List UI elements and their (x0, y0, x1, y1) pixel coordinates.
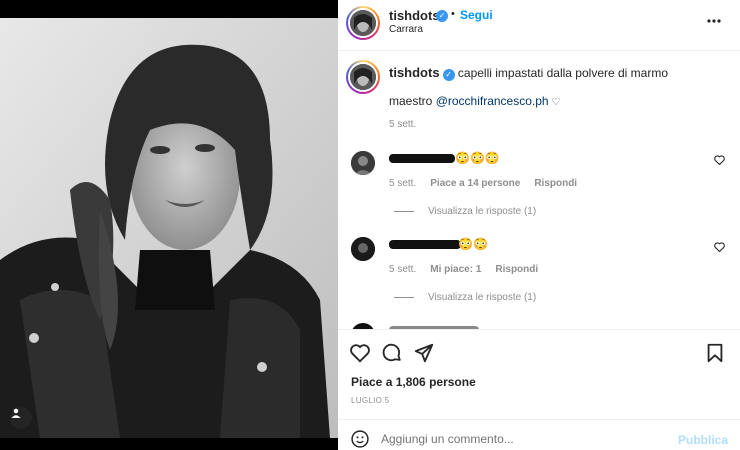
mention-link[interactable]: @rocchifrancesco.ph (436, 94, 549, 108)
post-date[interactable]: LUGLIO 5 (351, 396, 389, 405)
view-replies[interactable]: Visualizza le risposte (1) (394, 292, 536, 303)
tagged-user-icon[interactable] (10, 407, 32, 429)
comment-likes[interactable]: Mi piace: 1 (430, 264, 481, 275)
follow-button[interactable]: Segui (460, 8, 493, 22)
caption-avatar[interactable] (346, 60, 380, 94)
like-icon[interactable] (349, 342, 371, 364)
post-photo[interactable] (0, 0, 338, 450)
author-username[interactable]: tishdots (389, 8, 440, 23)
comment-avatar[interactable] (351, 237, 375, 261)
comment-text: 😳😳😳 (455, 151, 500, 165)
composer-divider (338, 419, 740, 420)
caption-time[interactable]: 5 sett. (389, 119, 416, 130)
view-replies-label[interactable]: Visualizza le risposte (1) (428, 206, 536, 217)
verified-icon: ✓ (436, 10, 448, 22)
author-avatar[interactable] (346, 6, 380, 40)
comment-text: 😳😳 (458, 237, 488, 251)
replies-line (394, 211, 414, 212)
header-separator: • (451, 8, 455, 20)
caption-username[interactable]: tishdots (389, 65, 440, 80)
save-icon[interactable] (704, 342, 726, 364)
publish-button[interactable]: Pubblica (678, 433, 728, 447)
caption-text: tishdots ✓ capelli impastati dalla polver… (389, 65, 668, 81)
share-icon[interactable] (413, 342, 435, 364)
comment-input[interactable] (381, 430, 661, 448)
comment-meta: 5 sett. Mi piace: 1 Rispondi (389, 264, 538, 275)
verified-icon: ✓ (442, 69, 455, 81)
comment-like-icon[interactable] (714, 242, 725, 255)
actions-divider (338, 329, 740, 330)
caption-body: capelli impastati dalla polvere di marmo (457, 66, 668, 80)
reply-button[interactable]: Rispondi (495, 264, 538, 275)
comment-likes[interactable]: Piace a 14 persone (430, 178, 520, 189)
portrait-image (0, 0, 338, 450)
view-replies-label[interactable]: Visualizza le risposte (1) (428, 292, 536, 303)
comments-area[interactable]: tishdots ✓ capelli impastati dalla polver… (338, 51, 740, 329)
location-link[interactable]: Carrara (389, 24, 423, 35)
comment-icon[interactable] (381, 342, 403, 364)
more-icon[interactable] (707, 14, 721, 28)
post-sidebar: tishdots ✓ • Segui Carrara tishdots ✓ cap… (338, 0, 740, 450)
emoji-icon[interactable] (350, 429, 372, 450)
replies-line (394, 297, 414, 298)
comment-time[interactable]: 5 sett. (389, 178, 416, 189)
caption-heart: ♡ (548, 97, 561, 108)
comment-like-icon[interactable] (714, 155, 725, 168)
redacted-username (389, 240, 461, 249)
caption-line2: maestro @rocchifrancesco.ph ♡ (389, 94, 560, 108)
post-header: tishdots ✓ • Segui Carrara (338, 0, 740, 50)
comment-meta: 5 sett. Piace a 14 persone Rispondi (389, 178, 577, 189)
likes-count[interactable]: Piace a 1,806 persone (351, 375, 476, 389)
comment-time[interactable]: 5 sett. (389, 264, 416, 275)
comment-avatar[interactable] (351, 151, 375, 175)
redacted-username (389, 154, 455, 163)
caption-line2-prefix: maestro (389, 94, 436, 108)
view-replies[interactable]: Visualizza le risposte (1) (394, 206, 536, 217)
reply-button[interactable]: Rispondi (534, 178, 577, 189)
